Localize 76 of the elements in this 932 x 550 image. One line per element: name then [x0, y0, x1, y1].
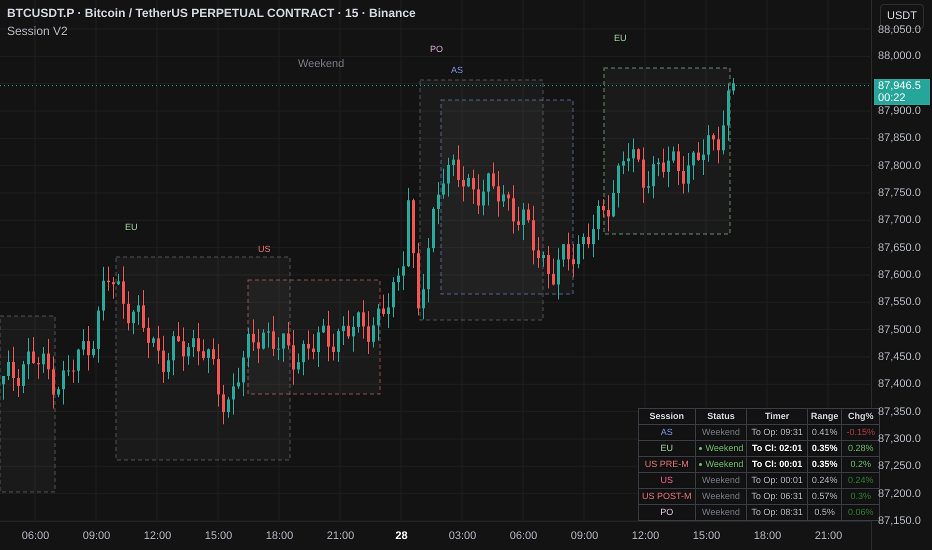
status-cell: Weekend [695, 504, 747, 520]
column-header: Timer [746, 408, 808, 424]
price-label: 87,800.0 [878, 160, 921, 172]
time-label: 15:00 [204, 528, 234, 544]
session-label: US [258, 243, 271, 256]
price-label: 87,750.0 [878, 186, 921, 199]
time-label: 18:00 [752, 528, 782, 544]
price-label: 87,600.0 [878, 268, 921, 281]
price-label: 87,400.0 [878, 378, 921, 390]
timer-cell: To Op: 06:31 [746, 488, 808, 504]
session-cell: US POST-M [638, 488, 696, 504]
price-label: 87,300.0 [878, 432, 921, 445]
time-label: 18:00 [264, 528, 294, 544]
time-label: 12:00 [630, 528, 660, 544]
time-label: 12:00 [142, 528, 172, 544]
price-label: 87,250.0 [878, 460, 921, 472]
price-label: 87,200.0 [878, 488, 921, 500]
range-cell: 0.5% [807, 504, 842, 520]
column-header: Status [695, 408, 747, 424]
change-cell: 0.28% [842, 440, 880, 456]
bar-countdown: 00:22 [878, 92, 907, 104]
range-cell: 0.35% [807, 456, 842, 472]
price-label: 88,000.0 [878, 50, 921, 62]
status-cell: Weekend [695, 456, 747, 472]
session-label: AS [451, 64, 464, 77]
time-label: 15:00 [692, 528, 722, 544]
current-price: 87,946.5 [878, 80, 922, 92]
column-header: Chg% [842, 408, 880, 424]
time-label: 21:00 [326, 528, 356, 544]
time-label: 21:00 [814, 528, 844, 544]
timer-cell: To Op: 00:01 [746, 472, 808, 488]
column-header: Session [638, 408, 696, 424]
session-label: PO [430, 43, 444, 56]
date-label: 28 [394, 528, 409, 544]
status-cell: Weekend [695, 440, 747, 456]
range-cell: 0.57% [807, 488, 842, 504]
price-label: 87,550.0 [878, 296, 921, 308]
price-label: 87,150.0 [878, 514, 921, 527]
column-header: Range [807, 408, 842, 424]
session-cell: PO [638, 504, 696, 520]
status-cell: Weekend [695, 424, 747, 440]
symbol-title: BTCUSDT.P · Bitcoin / TetherUS PERPETUAL CONTRACT · 15 · Binance [7, 5, 416, 22]
price-label: 87,450.0 [878, 350, 921, 363]
time-label: 03:00 [448, 528, 478, 544]
price-label: 87,900.0 [878, 104, 921, 117]
range-cell: 0.41% [807, 424, 842, 440]
timer-cell: To Cl: 02:01 [746, 440, 808, 456]
status-cell: Weekend [695, 488, 747, 504]
change-cell: 0.06% [842, 504, 880, 520]
session-cell: EU [638, 440, 696, 456]
time-label: 09:00 [82, 528, 112, 544]
change-cell: -0.15% [842, 424, 880, 440]
price-label: 87,500.0 [878, 324, 921, 336]
time-label: 09:00 [570, 528, 600, 544]
time-label: 06:00 [508, 528, 538, 544]
time-label: 06:00 [20, 528, 50, 544]
status-cell: Weekend [695, 472, 747, 488]
price-label: 87,650.0 [878, 242, 921, 254]
change-cell: 0.24% [842, 472, 880, 488]
session-cell: US [638, 472, 696, 488]
timer-cell: To Op: 09:31 [746, 424, 808, 440]
timer-cell: To Op: 08:31 [746, 504, 808, 520]
session-label: Weekend [298, 57, 344, 72]
price-label: 87,850.0 [878, 132, 921, 144]
session-cell: AS [638, 424, 696, 440]
range-cell: 0.35% [807, 440, 842, 456]
session-label: EU [614, 32, 627, 45]
change-cell: 0.2% [842, 456, 880, 472]
session-label: EU [125, 221, 138, 234]
session-cell: US PRE-M [638, 456, 696, 472]
timer-cell: To Cl: 00:01 [746, 456, 808, 472]
range-cell: 0.24% [807, 472, 842, 488]
change-cell: 0.3% [842, 488, 880, 504]
price-label: 87,700.0 [878, 214, 921, 226]
indicator-name: Session V2 [7, 23, 69, 40]
price-label: 87,350.0 [878, 406, 921, 418]
